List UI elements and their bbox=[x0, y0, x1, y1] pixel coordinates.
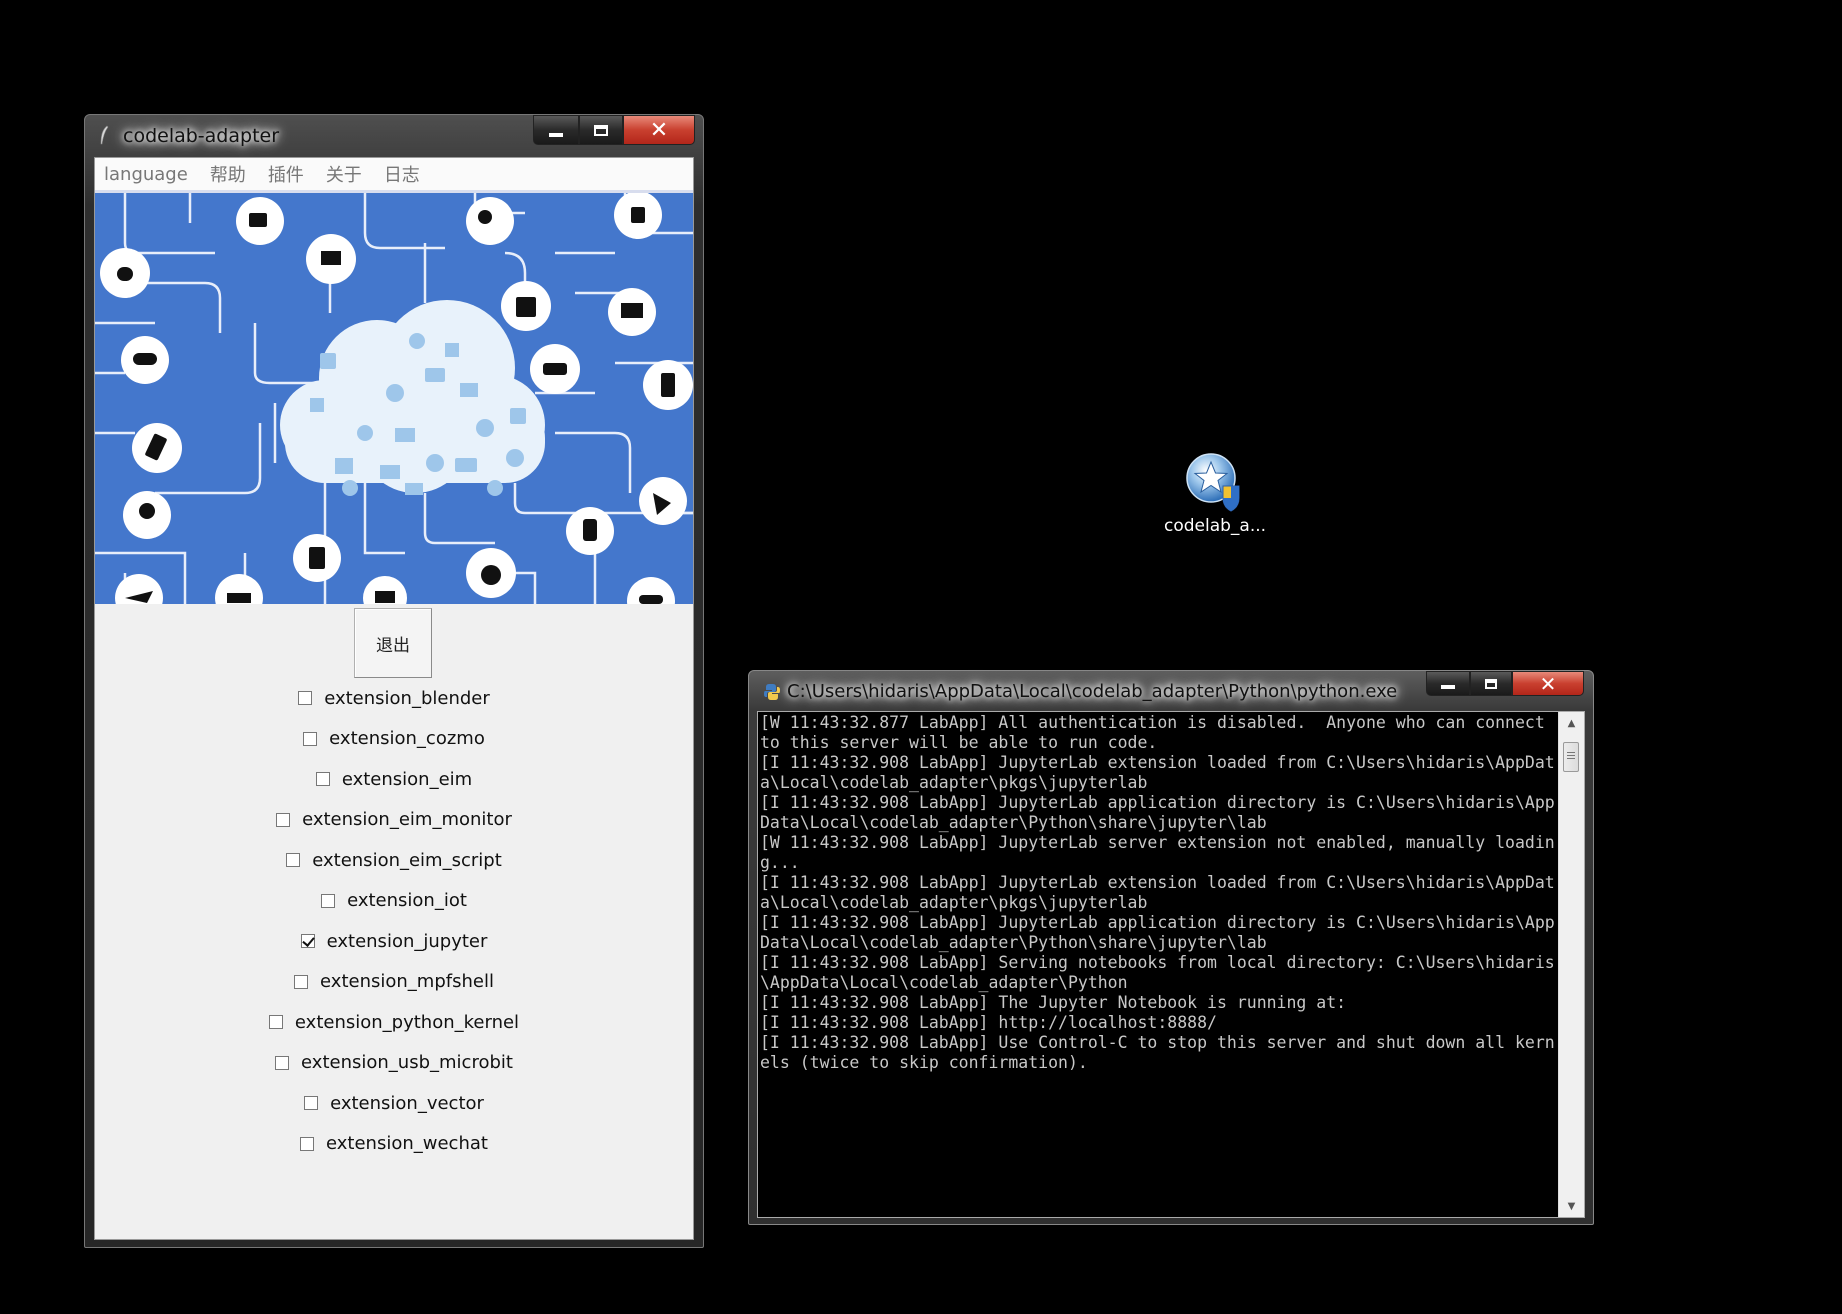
minimize-button[interactable] bbox=[533, 115, 579, 145]
extension-checkbox-item[interactable]: extension_cozmo bbox=[95, 719, 693, 760]
extension-label: extension_blender bbox=[324, 687, 490, 709]
extension-checkbox-item[interactable]: extension_vector bbox=[95, 1083, 693, 1124]
app-window-controls: ✕ bbox=[533, 115, 695, 145]
extension-checkbox-item[interactable]: extension_jupyter bbox=[95, 921, 693, 962]
app-client-area: language 帮助 插件 关于 日志 退出 extension_blende… bbox=[94, 157, 694, 1240]
extension-checkbox-item[interactable]: extension_eim_script bbox=[95, 840, 693, 881]
checkbox[interactable] bbox=[304, 1096, 319, 1111]
desktop-shortcut-label: codelab_a... bbox=[1163, 516, 1267, 536]
menu-help[interactable]: 帮助 bbox=[210, 161, 246, 187]
codelab-adapter-window: codelab-adapter ✕ language 帮助 插件 关于 日志 退… bbox=[84, 114, 704, 1248]
feather-icon bbox=[100, 125, 109, 145]
console-scrollbar[interactable]: ▲ ▼ bbox=[1558, 712, 1584, 1217]
console-line: Data\Local\codelab_adapter\Python\share\… bbox=[760, 813, 1267, 832]
checkbox[interactable] bbox=[300, 934, 315, 949]
app-titlebar[interactable]: codelab-adapter ✕ bbox=[85, 115, 703, 157]
console-line: [I 11:43:32.908 LabApp] JupyterLab exten… bbox=[760, 873, 1555, 892]
scroll-up-arrow-icon[interactable]: ▲ bbox=[1559, 712, 1584, 734]
maximize-button[interactable] bbox=[579, 115, 623, 145]
extension-label: extension_eim_monitor bbox=[302, 809, 512, 831]
checkbox[interactable] bbox=[276, 812, 291, 827]
checkbox[interactable] bbox=[286, 853, 301, 868]
console-maximize-button[interactable] bbox=[1470, 671, 1512, 696]
menu-plugins[interactable]: 插件 bbox=[268, 161, 304, 187]
extension-checkbox-item[interactable]: extension_blender bbox=[95, 678, 693, 719]
console-line: a\Local\codelab_adapter\pkgs\jupyterlab bbox=[760, 773, 1148, 792]
console-line: Data\Local\codelab_adapter\Python\share\… bbox=[760, 933, 1267, 952]
quit-row: 退出 bbox=[95, 604, 693, 678]
console-line: [I 11:43:32.908 LabApp] Use Control-C to… bbox=[760, 1033, 1555, 1052]
menu-about[interactable]: 关于 bbox=[326, 161, 362, 187]
extension-label: extension_cozmo bbox=[329, 728, 485, 750]
extension-label: extension_mpfshell bbox=[320, 971, 494, 993]
minimize-icon bbox=[1441, 685, 1455, 689]
checkbox[interactable] bbox=[298, 691, 313, 706]
menu-language[interactable]: language bbox=[104, 164, 188, 185]
extension-label: extension_eim_script bbox=[312, 849, 502, 871]
console-output[interactable]: [W 11:43:32.877 LabApp] All authenticati… bbox=[758, 712, 1558, 1217]
menubar: language 帮助 插件 关于 日志 bbox=[95, 158, 693, 193]
scroll-down-arrow-icon[interactable]: ▼ bbox=[1559, 1195, 1584, 1217]
extension-label: extension_vector bbox=[330, 1092, 484, 1114]
extension-label: extension_eim bbox=[341, 768, 473, 790]
close-icon: ✕ bbox=[649, 117, 669, 143]
extension-checkbox-item[interactable]: extension_iot bbox=[95, 881, 693, 922]
checkbox[interactable] bbox=[294, 974, 309, 989]
star-shield-icon bbox=[1186, 453, 1240, 512]
checkbox[interactable] bbox=[315, 772, 330, 787]
desktop-shortcut-codelab[interactable]: codelab_a... bbox=[1160, 452, 1270, 536]
console-line: [I 11:43:32.908 LabApp] http://localhost… bbox=[760, 1013, 1217, 1032]
console-close-button[interactable]: ✕ bbox=[1512, 671, 1584, 696]
maximize-icon bbox=[594, 124, 608, 136]
iot-banner-image bbox=[95, 193, 693, 604]
console-window-controls: ✕ bbox=[1426, 671, 1584, 696]
python-icon bbox=[764, 684, 780, 700]
quit-button[interactable]: 退出 bbox=[354, 608, 432, 678]
checkbox[interactable] bbox=[275, 1055, 290, 1070]
extension-label: extension_usb_microbit bbox=[301, 1052, 513, 1074]
maximize-icon bbox=[1485, 678, 1497, 689]
console-line: [I 11:43:32.908 LabApp] Serving notebook… bbox=[760, 953, 1555, 972]
extension-list: extension_blender extension_cozmo extensio… bbox=[95, 678, 693, 1164]
extension-label: extension_jupyter bbox=[326, 930, 488, 952]
extension-label: extension_wechat bbox=[326, 1133, 488, 1155]
console-line: [W 11:43:32.877 LabApp] All authenticati… bbox=[760, 713, 1545, 732]
console-line: [I 11:43:32.908 LabApp] JupyterLab exten… bbox=[760, 753, 1555, 772]
checkbox[interactable] bbox=[268, 1015, 283, 1030]
console-line: [W 11:43:32.908 LabApp] JupyterLab serve… bbox=[760, 833, 1555, 852]
console-line: a\Local\codelab_adapter\pkgs\jupyterlab bbox=[760, 893, 1148, 912]
console-minimize-button[interactable] bbox=[1426, 671, 1470, 696]
extension-label: extension_iot bbox=[347, 890, 467, 912]
scrollbar-thumb[interactable] bbox=[1563, 742, 1579, 772]
checkbox[interactable] bbox=[321, 893, 336, 908]
extension-checkbox-item[interactable]: extension_mpfshell bbox=[95, 962, 693, 1003]
python-console-window: C:\Users\hidaris\AppData\Local\codelab_a… bbox=[748, 670, 1594, 1225]
extension-checkbox-item[interactable]: extension_eim bbox=[95, 759, 693, 800]
extension-checkbox-item[interactable]: extension_usb_microbit bbox=[95, 1043, 693, 1084]
console-line: g... bbox=[760, 853, 800, 872]
extension-checkbox-item[interactable]: extension_python_kernel bbox=[95, 1002, 693, 1043]
console-output-area: [W 11:43:32.877 LabApp] All authenticati… bbox=[757, 711, 1585, 1218]
app-title: codelab-adapter bbox=[123, 125, 280, 147]
checkbox[interactable] bbox=[300, 1136, 315, 1151]
console-line: \AppData\Local\codelab_adapter\Python bbox=[760, 973, 1128, 992]
console-line: [I 11:43:32.908 LabApp] The Jupyter Note… bbox=[760, 993, 1347, 1012]
extension-checkbox-item[interactable]: extension_eim_monitor bbox=[95, 800, 693, 841]
close-icon: ✕ bbox=[1539, 671, 1557, 696]
console-line: to this server will be able to run code. bbox=[760, 733, 1158, 752]
extension-checkbox-item[interactable]: extension_wechat bbox=[95, 1124, 693, 1165]
menu-log[interactable]: 日志 bbox=[384, 161, 420, 187]
close-button[interactable]: ✕ bbox=[623, 115, 695, 145]
minimize-icon bbox=[549, 132, 563, 137]
checkbox[interactable] bbox=[303, 731, 318, 746]
console-line: [I 11:43:32.908 LabApp] JupyterLab appli… bbox=[760, 793, 1555, 812]
console-titlebar[interactable]: C:\Users\hidaris\AppData\Local\codelab_a… bbox=[749, 671, 1593, 711]
console-title: C:\Users\hidaris\AppData\Local\codelab_a… bbox=[787, 681, 1398, 702]
console-line: els (twice to skip confirmation). bbox=[760, 1053, 1088, 1072]
extension-label: extension_python_kernel bbox=[294, 1011, 520, 1033]
console-line: [I 11:43:32.908 LabApp] JupyterLab appli… bbox=[760, 913, 1555, 932]
